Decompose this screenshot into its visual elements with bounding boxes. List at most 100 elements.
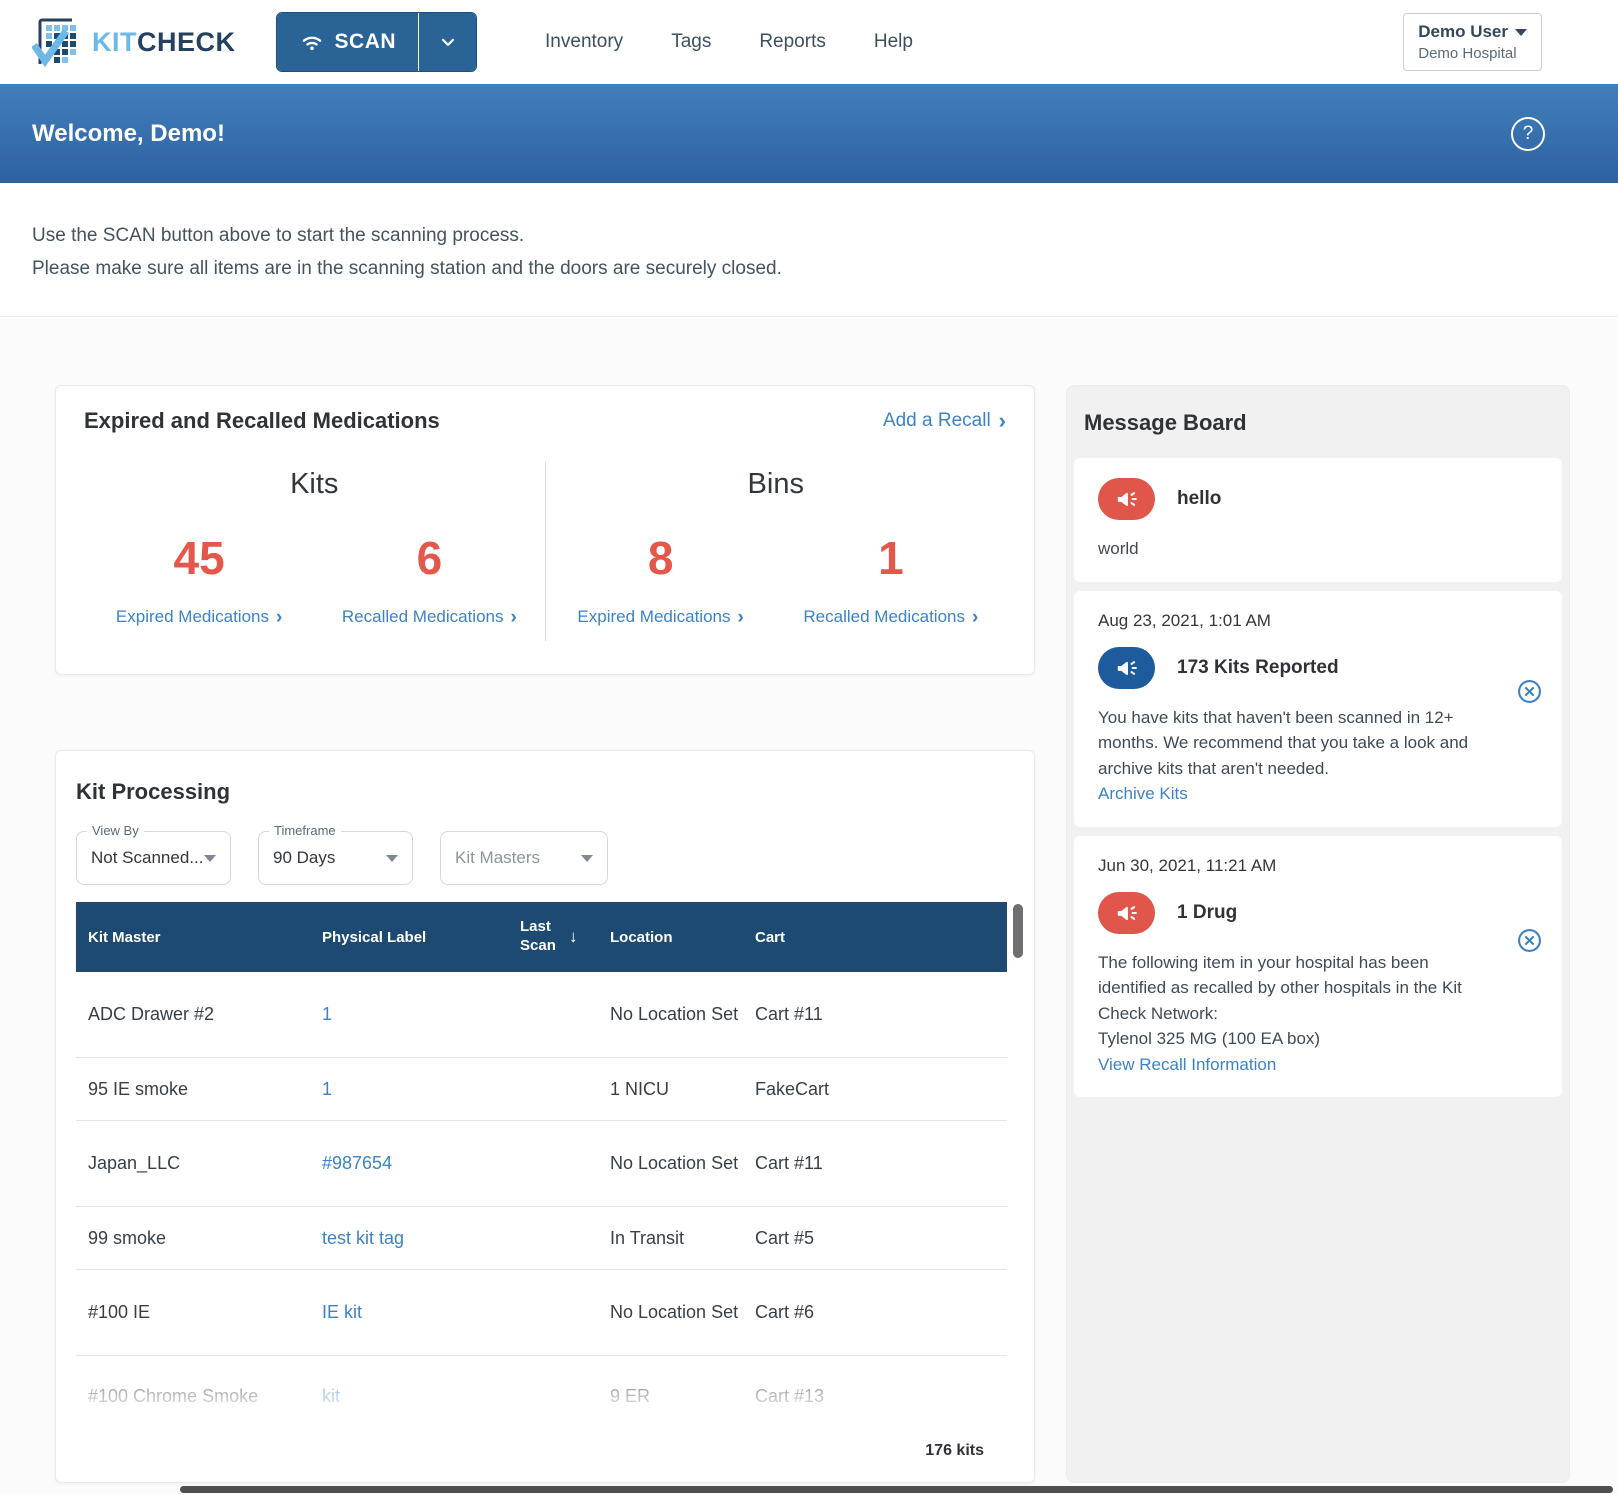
- timeframe-label: Timeframe: [269, 823, 341, 838]
- nav-link-help[interactable]: Help: [874, 31, 913, 53]
- message-date: Aug 23, 2021, 1:01 AM: [1098, 610, 1271, 630]
- chevron-right-icon: ›: [737, 606, 744, 628]
- sort-descending-icon: ↓: [569, 927, 578, 946]
- kits-expired-stat: 45 Expired Medications ›: [84, 531, 314, 627]
- chevron-right-icon: ›: [998, 408, 1006, 433]
- kit-processing-table: Kit Master Physical Label Last Scan ↓ Lo…: [76, 902, 1027, 1444]
- column-header-physical-label[interactable]: Physical Label: [310, 929, 508, 946]
- table-row: Japan_LLC #987654 No Location Set Cart #…: [76, 1121, 1007, 1207]
- physical-label-link[interactable]: 1: [322, 1004, 332, 1024]
- instruction-line-2: Please make sure all items are in the sc…: [32, 258, 782, 279]
- message-board: Message Board hello world Aug 23, 2021, …: [1066, 385, 1570, 1483]
- physical-label-link[interactable]: kit: [322, 1386, 340, 1406]
- kits-recalled-link[interactable]: Recalled Medications ›: [314, 607, 544, 627]
- table-header-row: Kit Master Physical Label Last Scan ↓ Lo…: [76, 902, 1007, 972]
- welcome-text: Welcome, Demo!: [32, 119, 225, 147]
- message-title: hello: [1177, 488, 1222, 509]
- message-body: You have kits that haven't been scanned …: [1098, 705, 1538, 807]
- nav-link-reports[interactable]: Reports: [759, 31, 826, 53]
- scan-button-group: SCAN: [275, 12, 478, 72]
- megaphone-icon: [1098, 646, 1155, 689]
- kit-masters-select[interactable]: Kit Masters: [440, 831, 608, 885]
- bins-recalled-count: 1: [878, 532, 904, 584]
- kits-group: Kits 45 Expired Medications › 6 Recalled…: [84, 462, 545, 641]
- physical-label-link[interactable]: test kit tag: [322, 1228, 404, 1248]
- kit-processing-card: Kit Processing View By Not Scanned... Ti…: [55, 750, 1035, 1483]
- bins-expired-stat: 8 Expired Medications ›: [546, 531, 776, 627]
- scan-dropdown-button[interactable]: [418, 13, 477, 71]
- column-header-last-scan[interactable]: Last Scan ↓: [508, 918, 598, 956]
- brand-text: KITCHECK: [92, 26, 236, 57]
- physical-label-link[interactable]: 1: [322, 1079, 332, 1099]
- caret-down-icon: [1515, 28, 1527, 36]
- kitcheck-logo-icon: [31, 17, 80, 68]
- column-header-cart[interactable]: Cart: [743, 929, 1007, 946]
- message-date: Jun 30, 2021, 11:21 AM: [1098, 855, 1277, 875]
- table-row: 99 smoke test kit tag In Transit Cart #5: [76, 1207, 1007, 1270]
- dismiss-icon[interactable]: [1517, 679, 1542, 704]
- welcome-banner: Welcome, Demo! ?: [0, 84, 1618, 183]
- add-recall-link[interactable]: Add a Recall ›: [883, 410, 1006, 432]
- user-menu[interactable]: Demo User Demo Hospital: [1403, 13, 1542, 71]
- kits-heading: Kits: [290, 468, 339, 500]
- table-row: ADC Drawer #2 1 No Location Set Cart #11: [76, 972, 1007, 1058]
- message-title: 1 Drug: [1177, 901, 1238, 923]
- nav-link-tags[interactable]: Tags: [671, 31, 711, 53]
- horizontal-scrollbar[interactable]: [180, 1486, 1613, 1493]
- message-item: hello world: [1074, 458, 1562, 582]
- message-body: The following item in your hospital has …: [1098, 950, 1538, 1078]
- wifi-icon: [299, 29, 325, 55]
- expired-card-title: Expired and Recalled Medications: [84, 408, 440, 433]
- physical-label-link[interactable]: #987654: [322, 1153, 392, 1173]
- instruction-line-1: Use the SCAN button above to start the s…: [32, 225, 525, 246]
- view-by-label: View By: [87, 823, 144, 838]
- scan-button[interactable]: SCAN: [276, 13, 419, 71]
- main-nav: Inventory Tags Reports Help: [545, 31, 913, 53]
- bins-heading: Bins: [747, 468, 804, 500]
- nav-link-inventory[interactable]: Inventory: [545, 31, 623, 53]
- view-recall-information-link[interactable]: View Recall Information: [1098, 1052, 1276, 1078]
- user-hospital: Demo Hospital: [1418, 45, 1517, 62]
- table-row: #100 Chrome Smoke kit 9 ER Cart #13: [88, 1385, 825, 1406]
- chevron-right-icon: ›: [972, 606, 979, 628]
- bins-group: Bins 8 Expired Medications › 1 Recalled …: [544, 462, 1007, 641]
- megaphone-icon: [1098, 891, 1155, 934]
- bins-recalled-link[interactable]: Recalled Medications ›: [776, 607, 1006, 627]
- physical-label-link[interactable]: IE kit: [322, 1302, 362, 1322]
- kits-expired-count: 45: [173, 532, 225, 584]
- help-icon[interactable]: ?: [1511, 116, 1545, 151]
- caret-down-icon: [386, 854, 398, 862]
- kits-expired-link[interactable]: Expired Medications ›: [84, 607, 314, 627]
- message-body: world: [1098, 539, 1139, 558]
- message-item: Jun 30, 2021, 11:21 AM 1 Drug The follow…: [1074, 835, 1562, 1097]
- bins-expired-link[interactable]: Expired Medications ›: [546, 607, 776, 627]
- caret-down-icon: [204, 854, 216, 862]
- left-column: Expired and Recalled Medications Add a R…: [55, 385, 1035, 1494]
- kits-recalled-stat: 6 Recalled Medications ›: [314, 531, 544, 627]
- bins-expired-count: 8: [647, 532, 674, 584]
- column-header-kit-master[interactable]: Kit Master: [76, 929, 310, 946]
- kitcheck-logo[interactable]: KITCHECK: [31, 17, 236, 68]
- kits-recalled-count: 6: [416, 532, 443, 584]
- column-header-location[interactable]: Location: [598, 929, 743, 946]
- caret-down-icon: [581, 854, 593, 862]
- recalled-drug-name: Tylenol 325 MG (100 EA box): [1098, 1029, 1321, 1048]
- main-content: Expired and Recalled Medications Add a R…: [0, 317, 1618, 1494]
- dismiss-icon[interactable]: [1517, 928, 1542, 953]
- total-kits-count: 176 kits: [925, 1442, 984, 1459]
- kit-processing-filters: View By Not Scanned... Timeframe 90 Days…: [76, 823, 1014, 885]
- table-vertical-scrollbar[interactable]: [1013, 904, 1023, 958]
- top-navbar: KITCHECK SCAN Inventory Tags Reports Hel…: [0, 0, 1618, 84]
- expired-recalled-card: Expired and Recalled Medications Add a R…: [55, 385, 1035, 675]
- chevron-right-icon: ›: [510, 606, 517, 628]
- kit-processing-title: Kit Processing: [76, 779, 231, 804]
- message-title: 173 Kits Reported: [1177, 656, 1339, 678]
- message-item: Aug 23, 2021, 1:01 AM 173 Kits Reported: [1074, 590, 1562, 827]
- table-row: #100 IE IE kit No Location Set Cart #6: [76, 1270, 1007, 1356]
- archive-kits-link[interactable]: Archive Kits: [1098, 781, 1188, 807]
- view-by-select[interactable]: View By Not Scanned...: [76, 823, 231, 885]
- megaphone-icon: [1098, 478, 1155, 520]
- user-name: Demo User: [1418, 22, 1508, 41]
- timeframe-select[interactable]: Timeframe 90 Days: [258, 823, 413, 885]
- chevron-right-icon: ›: [276, 606, 283, 628]
